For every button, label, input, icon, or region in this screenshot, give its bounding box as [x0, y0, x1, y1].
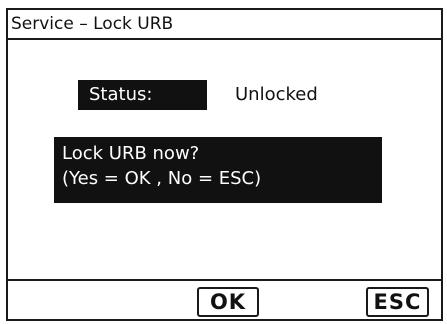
prompt-question: Lock URB now?	[62, 143, 200, 164]
screen-title: Service – Lock URB	[11, 14, 174, 34]
confirmation-prompt: Lock URB now? (Yes = OK , No = ESC)	[54, 137, 382, 203]
lock-urb-screen: Service – Lock URB Status: Unlocked Lock…	[0, 0, 447, 324]
status-label: Status:	[78, 80, 207, 110]
esc-button[interactable]: ESC	[366, 287, 429, 317]
prompt-instructions: (Yes = OK , No = ESC)	[62, 168, 262, 189]
display-frame: Service – Lock URB Status: Unlocked Lock…	[6, 8, 443, 321]
softkey-bar: OK ESC	[8, 279, 441, 319]
ok-button[interactable]: OK	[197, 287, 259, 317]
status-value: Unlocked	[235, 84, 318, 105]
title-bar: Service – Lock URB	[8, 10, 441, 40]
